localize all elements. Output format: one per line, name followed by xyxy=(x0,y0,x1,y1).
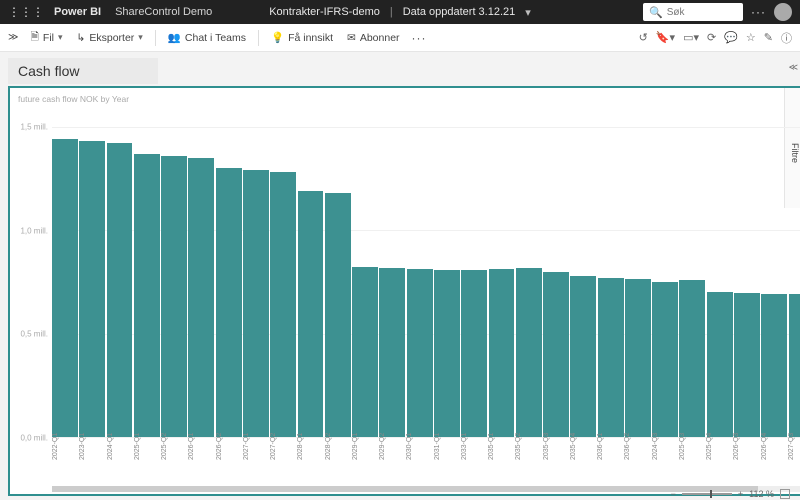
bar[interactable] xyxy=(598,278,624,437)
bar[interactable] xyxy=(270,172,296,437)
teams-label: Chat i Teams xyxy=(185,32,246,44)
bar-series xyxy=(52,106,800,437)
bar[interactable] xyxy=(107,143,133,437)
chevron-down-icon[interactable]: ▾ xyxy=(525,6,531,19)
bar[interactable] xyxy=(79,141,105,437)
bar[interactable] xyxy=(461,270,487,437)
bar[interactable] xyxy=(134,154,160,437)
left-column: Cash flow future cash flow NOK by Year 0… xyxy=(8,58,800,496)
app-launcher-icon[interactable]: ⋮⋮⋮ xyxy=(8,6,44,18)
teams-icon: 👥 xyxy=(168,31,181,44)
subscribe-label: Abonner xyxy=(360,32,400,44)
report-name[interactable]: Kontrakter-IFRS-demo xyxy=(269,6,380,18)
bar[interactable] xyxy=(325,193,351,437)
y-axis-tick: 0,5 mill. xyxy=(20,330,48,339)
bar[interactable] xyxy=(489,269,515,437)
bar[interactable] xyxy=(516,268,542,437)
app-titlebar: ⋮⋮⋮ Power BI ShareControl Demo Kontrakte… xyxy=(0,0,800,24)
chart-title: future cash flow NOK by Year xyxy=(18,94,800,104)
bar[interactable] xyxy=(734,293,760,437)
bar[interactable] xyxy=(625,279,651,437)
x-axis: 2022-Q12023-Q12024-Q12025-Q12025-Q22026-… xyxy=(52,438,800,486)
toolbar-more-icon[interactable]: ··· xyxy=(412,31,427,45)
chevron-down-icon: ▾ xyxy=(58,32,63,43)
y-axis: 0,0 mill.0,5 mill.1,0 mill.1,5 mill. xyxy=(18,106,52,438)
toolbar-right: ↺ 🔖▾ ▭▾ ⟳ 💬 ☆ ✎ ⓘ xyxy=(639,30,792,46)
favorite-icon[interactable]: ☆ xyxy=(746,31,756,44)
reset-icon[interactable]: ↺ xyxy=(639,31,648,44)
bar[interactable] xyxy=(243,170,269,437)
page-title: Cash flow xyxy=(8,58,158,84)
chart-scrollbar-thumb[interactable] xyxy=(52,486,758,492)
teams-chat-button[interactable]: 👥 Chat i Teams xyxy=(166,31,248,44)
zoom-in-button[interactable]: + xyxy=(738,489,743,499)
bar[interactable] xyxy=(352,267,378,437)
more-icon[interactable]: ··· xyxy=(751,5,766,19)
separator: | xyxy=(390,6,393,18)
bar[interactable] xyxy=(707,292,733,437)
y-axis-tick: 0,0 mill. xyxy=(20,434,48,443)
chart-body: 0,0 mill.0,5 mill.1,0 mill.1,5 mill. xyxy=(18,106,800,438)
plot-area xyxy=(52,106,800,438)
chevron-down-icon: ▾ xyxy=(138,32,143,43)
bar[interactable] xyxy=(570,276,596,437)
titlebar-right: 🔍 ··· xyxy=(643,3,792,21)
mail-icon: ✉ xyxy=(347,32,356,44)
titlebar-center: Kontrakter-IFRS-demo | Data oppdatert 3.… xyxy=(269,6,531,19)
cash-flow-chart-visual[interactable]: future cash flow NOK by Year 0,0 mill. 0,… xyxy=(8,86,800,496)
bar[interactable] xyxy=(407,269,433,437)
bar[interactable] xyxy=(652,282,678,437)
view-icon[interactable]: ▭▾ xyxy=(683,31,699,44)
zoom-value: 112 % xyxy=(749,489,774,499)
y-axis-tick: 1,5 mill. xyxy=(20,122,48,131)
bar[interactable] xyxy=(789,294,800,437)
separator xyxy=(258,30,259,46)
bar[interactable] xyxy=(679,280,705,437)
info-icon[interactable]: ⓘ xyxy=(781,30,792,46)
export-menu[interactable]: ↳ Eksporter ▾ xyxy=(75,32,145,44)
bar[interactable] xyxy=(543,272,569,438)
insight-button[interactable]: 💡 Få innsikt xyxy=(269,31,335,44)
search-box[interactable]: 🔍 xyxy=(643,3,743,21)
zoom-slider-thumb[interactable] xyxy=(710,490,712,498)
search-icon: 🔍 xyxy=(649,6,663,19)
bookmark-icon[interactable]: 🔖▾ xyxy=(656,31,675,44)
fit-to-page-icon[interactable] xyxy=(780,489,790,499)
zoom-control: − + 112 % xyxy=(671,489,790,499)
edit-icon[interactable]: ✎ xyxy=(764,31,773,44)
file-menu[interactable]: 🗎 Fil ▾ xyxy=(28,29,64,47)
comment-icon[interactable]: 💬 xyxy=(724,31,738,44)
bar[interactable] xyxy=(161,156,187,437)
bar[interactable] xyxy=(761,294,787,437)
report-canvas: ≪ Filtre Cash flow future cash flow NOK … xyxy=(0,52,800,500)
bar[interactable] xyxy=(52,139,78,437)
workspace-name[interactable]: ShareControl Demo xyxy=(115,6,212,18)
zoom-out-button[interactable]: − xyxy=(671,489,676,499)
filter-pane-toggle-icon[interactable]: ≪ xyxy=(789,62,798,73)
separator xyxy=(155,30,156,46)
insight-label: Få innsikt xyxy=(288,32,333,44)
bar[interactable] xyxy=(434,270,460,437)
avatar[interactable] xyxy=(774,3,792,21)
bar[interactable] xyxy=(379,268,405,437)
search-input[interactable] xyxy=(667,7,737,18)
refresh-icon[interactable]: ⟳ xyxy=(707,31,716,44)
export-label: Eksporter xyxy=(89,32,134,44)
subscribe-button[interactable]: ✉ Abonner xyxy=(345,32,402,44)
bar[interactable] xyxy=(216,168,242,437)
bar[interactable] xyxy=(188,158,214,437)
nav-expand-icon[interactable]: ≫ xyxy=(8,32,18,43)
file-icon: 🗎 xyxy=(30,29,38,47)
report-toolbar: ≫ 🗎 Fil ▾ ↳ Eksporter ▾ 👥 Chat i Teams 💡… xyxy=(0,24,800,52)
file-label: Fil xyxy=(43,32,54,44)
export-icon: ↳ xyxy=(77,32,86,44)
x-axis-tick: 2027-Q3 xyxy=(788,433,800,460)
data-updated-label[interactable]: Data oppdatert 3.12.21 xyxy=(403,6,516,18)
bulb-icon: 💡 xyxy=(271,31,284,44)
bar[interactable] xyxy=(298,191,324,437)
y-axis-tick: 1,0 mill. xyxy=(20,226,48,235)
product-name: Power BI xyxy=(54,6,101,18)
